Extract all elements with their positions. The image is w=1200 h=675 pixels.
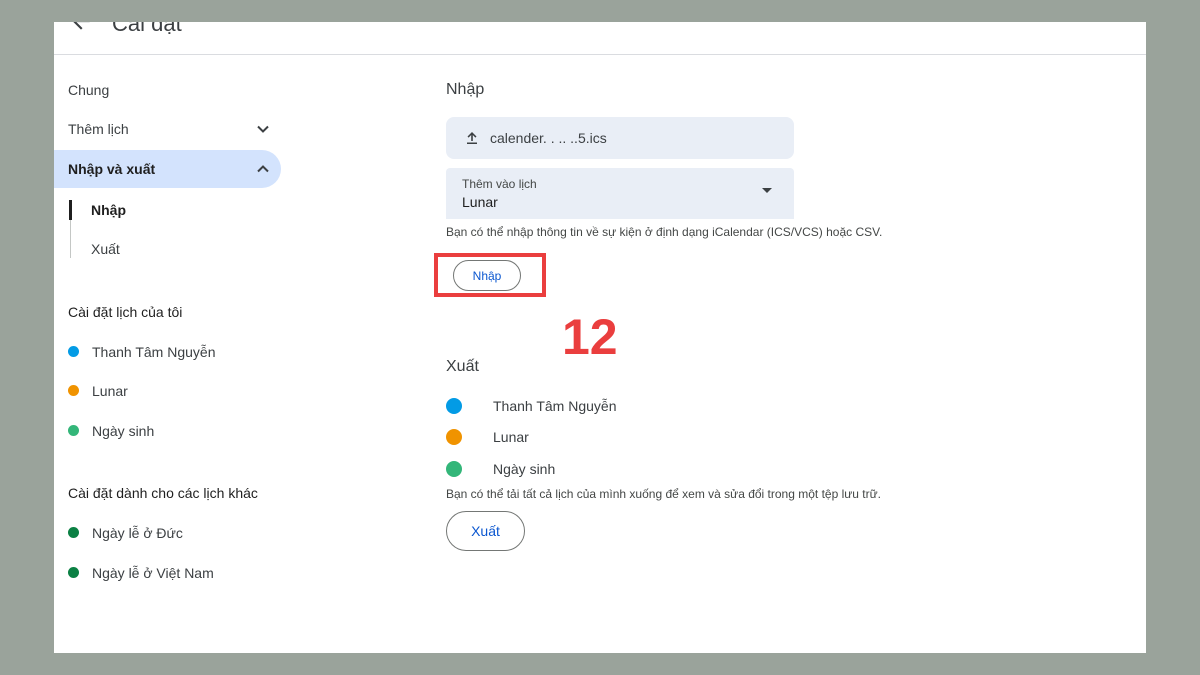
add-to-calendar-select[interactable]: Thêm vào lịch Lunar	[446, 168, 794, 219]
chevron-down-icon	[256, 122, 270, 136]
back-arrow-icon[interactable]	[68, 22, 94, 34]
import-section-title: Nhập	[446, 81, 485, 98]
sidebar-item-label: Thêm lịch	[68, 121, 129, 137]
import-button[interactable]: Nhập	[453, 260, 521, 291]
calendar-label: Lunar	[493, 429, 529, 445]
import-hint: Bạn có thể nhập thông tin về sự kiện ở đ…	[446, 225, 883, 239]
sidebar-item-general[interactable]: Chung	[54, 71, 281, 109]
sidebar-item-label: Chung	[68, 82, 110, 98]
calendar-label: Ngày sinh	[92, 423, 155, 439]
select-value: Lunar	[462, 194, 498, 210]
calendar-color-dot	[446, 461, 462, 477]
calendar-color-dot	[68, 425, 79, 436]
settings-window: Cài đặt Chung Thêm lịch Nhập và xuất Nhậ…	[54, 22, 1146, 653]
calendar-label: Ngày lễ ở Đức	[92, 525, 183, 541]
other-calendars-heading: Cài đặt dành cho các lịch khác	[68, 485, 258, 501]
calendar-label: Ngày sinh	[493, 461, 556, 477]
sidebar-item-label: Nhập và xuất	[68, 161, 156, 177]
calendar-color-dot	[68, 346, 79, 357]
sidebar-item-add-calendar[interactable]: Thêm lịch	[54, 110, 281, 148]
calendar-color-dot	[68, 385, 79, 396]
calendar-label: Ngày lễ ở Việt Nam	[92, 565, 214, 581]
submenu-active-indicator	[69, 200, 72, 220]
sidebar-subitem-export[interactable]: Xuất	[91, 241, 120, 257]
export-button[interactable]: Xuất	[446, 511, 525, 551]
upload-icon	[464, 130, 480, 146]
calendar-color-dot	[446, 429, 462, 445]
file-upload-field[interactable]: calender. . .. ..5.ics	[446, 117, 794, 159]
dropdown-arrow-icon	[762, 188, 772, 193]
header: Cài đặt	[54, 22, 1146, 55]
calendar-label: Lunar	[92, 383, 128, 399]
export-section-title: Xuất	[446, 358, 479, 375]
page-title: Cài đặt	[112, 22, 182, 36]
calendar-color-dot	[68, 527, 79, 538]
select-label: Thêm vào lịch	[462, 177, 537, 191]
step-number: 12	[562, 309, 618, 365]
my-calendars-heading: Cài đặt lịch của tôi	[68, 304, 183, 320]
export-hint: Bạn có thể tải tất cả lịch của mình xuốn…	[446, 487, 881, 501]
calendar-color-dot	[446, 398, 462, 414]
calendar-label: Thanh Tâm Nguyễn	[92, 344, 216, 360]
chevron-up-icon	[256, 162, 270, 176]
calendar-label: Thanh Tâm Nguyễn	[493, 398, 617, 414]
file-name: calender. . .. ..5.ics	[490, 130, 607, 146]
sidebar-subitem-import[interactable]: Nhập	[91, 202, 126, 218]
calendar-color-dot	[68, 567, 79, 578]
sidebar-item-import-export[interactable]: Nhập và xuất	[54, 150, 281, 188]
